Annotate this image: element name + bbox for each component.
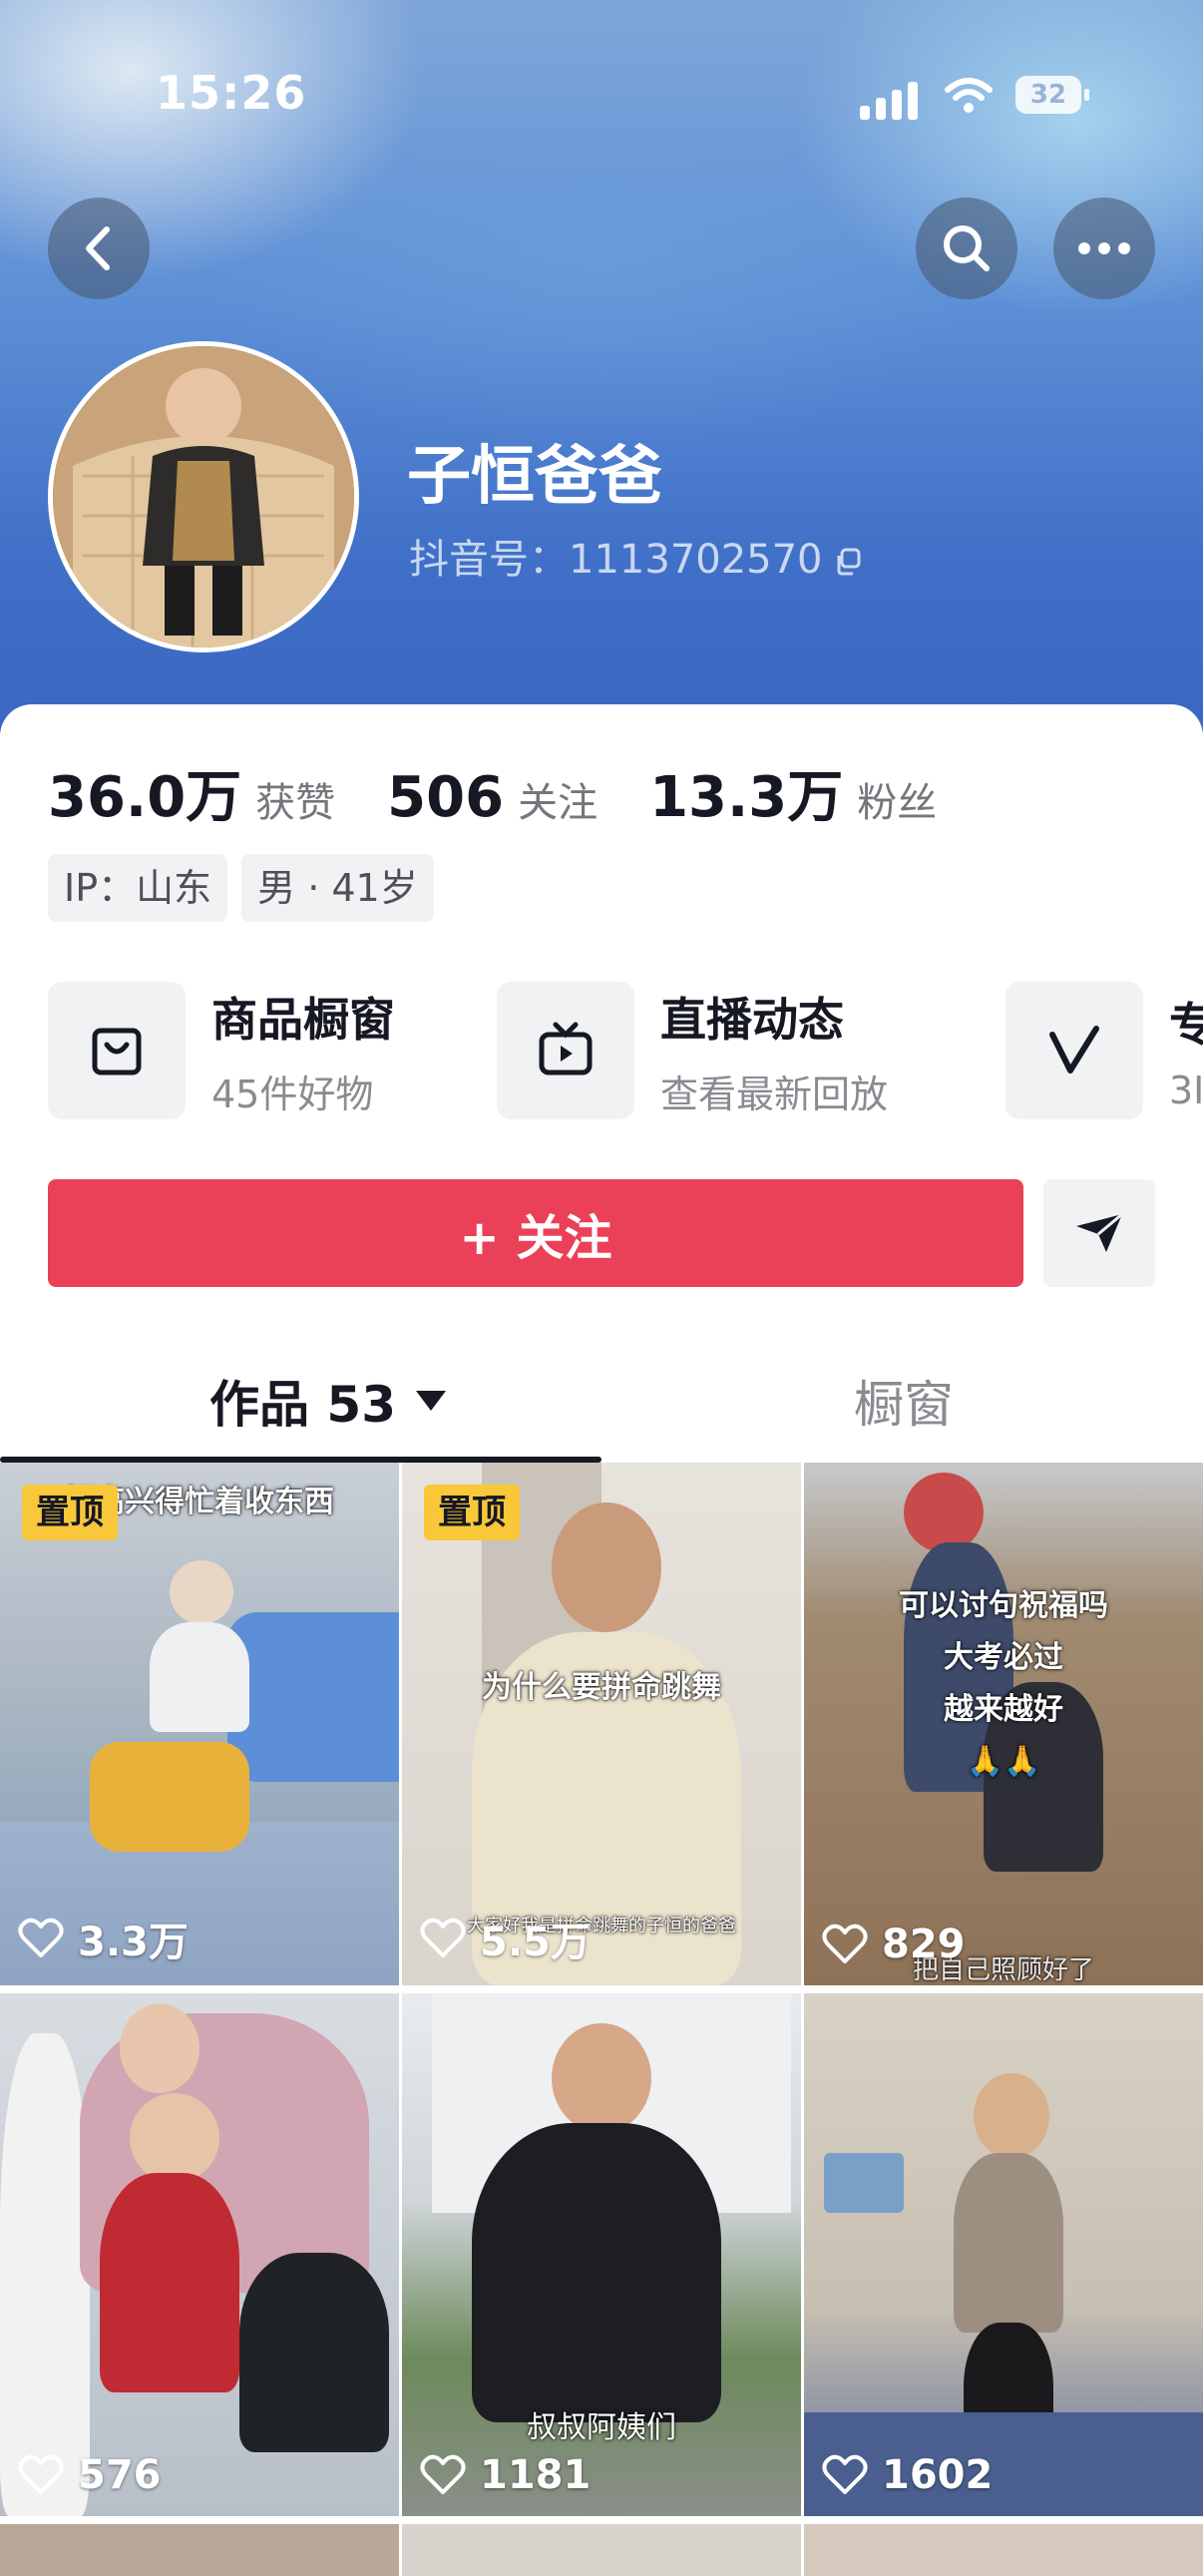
video-thumbnail[interactable]: 1602 (804, 1993, 1203, 2516)
back-button[interactable] (48, 198, 150, 299)
avatar-photo (53, 346, 354, 647)
video-thumbnail[interactable]: 可以讨句祝福吗 大考必过 越来越好 🙏🙏 把自己照顾好了 829 (804, 1463, 1203, 1985)
video-likes: 1602 (822, 2452, 993, 2498)
douyin-id-text: 抖音号：1113702570 (409, 537, 823, 583)
following-count[interactable]: 506 (387, 765, 504, 830)
video-thumbnail[interactable] (402, 2524, 801, 2576)
shopping-bag-icon (48, 982, 186, 1119)
video-likes: 1181 (420, 2452, 591, 2498)
heart-icon (18, 1918, 64, 1957)
video-likes-count: 3.3万 (78, 1920, 189, 1965)
entry-title: 商品橱窗 (211, 992, 395, 1047)
followers-label: 粉丝 (857, 780, 938, 826)
video-thumbnail[interactable] (0, 2524, 399, 2576)
content-tabs: 作品 53 橱窗 (0, 1313, 1203, 1463)
video-likes-count: 1181 (480, 2452, 592, 2498)
entry-subtitle: 3I (1169, 1069, 1203, 1112)
video-likes: 829 (822, 1922, 966, 1967)
pinned-badge: 置顶 (22, 1485, 118, 1540)
video-likes-count: 576 (78, 2452, 162, 2498)
video-caption-bottom: 叔叔阿姨们 (527, 2410, 676, 2445)
chevron-left-icon (86, 226, 110, 270)
video-thumbnail[interactable]: 576 (0, 1993, 399, 2516)
ip-location-tag: IP：山东 (48, 854, 228, 922)
video-thumbnail[interactable] (804, 2524, 1203, 2576)
tab-window[interactable]: 橱窗 (854, 1365, 954, 1437)
share-button[interactable] (1043, 1179, 1155, 1287)
entry-live[interactable]: 直播动态 查看最新回放 (497, 982, 888, 1119)
video-likes: 576 (18, 2452, 162, 2498)
tab-works[interactable]: 作品 53 (209, 1365, 446, 1437)
video-likes: 3.3万 (18, 1910, 189, 1967)
tab-works-label: 作品 53 (209, 1376, 396, 1434)
heart-icon (822, 2454, 868, 2494)
heart-icon (420, 2454, 466, 2494)
heart-icon (822, 1924, 868, 1963)
caret-down-icon[interactable] (416, 1391, 446, 1411)
wifi-icon (944, 76, 994, 116)
video-caption-mid: 为什么要拼命跳舞 (482, 1670, 721, 1705)
copy-icon[interactable] (833, 541, 863, 576)
heart-icon (18, 2454, 64, 2494)
entry-title: 专 (1169, 998, 1203, 1052)
likes-count[interactable]: 36.0万 (48, 752, 241, 833)
entry-title: 直播动态 (660, 992, 844, 1047)
more-button[interactable] (1053, 198, 1155, 299)
entry-subtitle: 查看最新回放 (660, 1072, 889, 1116)
search-button[interactable] (916, 198, 1017, 299)
video-likes-count: 1602 (882, 2452, 994, 2498)
video-thumbnail[interactable]: 叔叔阿姨们 1181 (402, 1993, 801, 2516)
video-thumbnail[interactable]: 把高兴得忙着收东西 置顶 3.3万 (0, 1463, 399, 1985)
status-bar: 15:26 32 (0, 0, 1203, 130)
video-thumbnail[interactable]: 为什么要拼命跳舞 大家好我是拼命跳舞的子恒的爸爸 置顶 5.5万 (402, 1463, 801, 1985)
following-label: 关注 (518, 780, 599, 826)
profile-tags: IP：山东 男 · 41岁 (48, 854, 448, 922)
avatar[interactable] (48, 341, 359, 652)
video-likes-count: 5.5万 (480, 1920, 591, 1965)
send-icon (1076, 1212, 1123, 1252)
pinned-badge: 置顶 (424, 1485, 520, 1540)
entry-subtitle: 45件好物 (211, 1072, 374, 1116)
douyin-id[interactable]: 抖音号：1113702570 (409, 527, 863, 585)
video-caption-mid: 可以讨句祝福吗 大考必过 越来越好 🙏🙏 (899, 1588, 1108, 1779)
follow-button[interactable]: + 关注 (48, 1179, 1023, 1287)
more-dots-icon (1078, 242, 1130, 254)
search-icon (944, 225, 990, 271)
v-logo-icon (1005, 982, 1143, 1119)
gender-age-tag: 男 · 41岁 (241, 854, 434, 922)
profile-stats: 36.0万 获赞 506 关注 13.3万 粉丝 (48, 752, 989, 833)
likes-label: 获赞 (255, 780, 336, 826)
battery-icon: 32 (1015, 76, 1089, 116)
entry-shop-window[interactable]: 商品橱窗 45件好物 (48, 982, 395, 1119)
video-likes-count: 829 (882, 1922, 966, 1967)
cellular-signal-icon (860, 80, 920, 120)
status-time: 15:26 (156, 66, 307, 120)
profile-nickname: 子恒爸爸 (407, 440, 662, 514)
tv-icon (497, 982, 634, 1119)
entry-third[interactable]: 专 3I (1005, 982, 1203, 1119)
battery-level: 32 (1029, 80, 1067, 110)
heart-icon (420, 1918, 466, 1957)
followers-count[interactable]: 13.3万 (649, 752, 843, 833)
video-likes: 5.5万 (420, 1910, 591, 1967)
